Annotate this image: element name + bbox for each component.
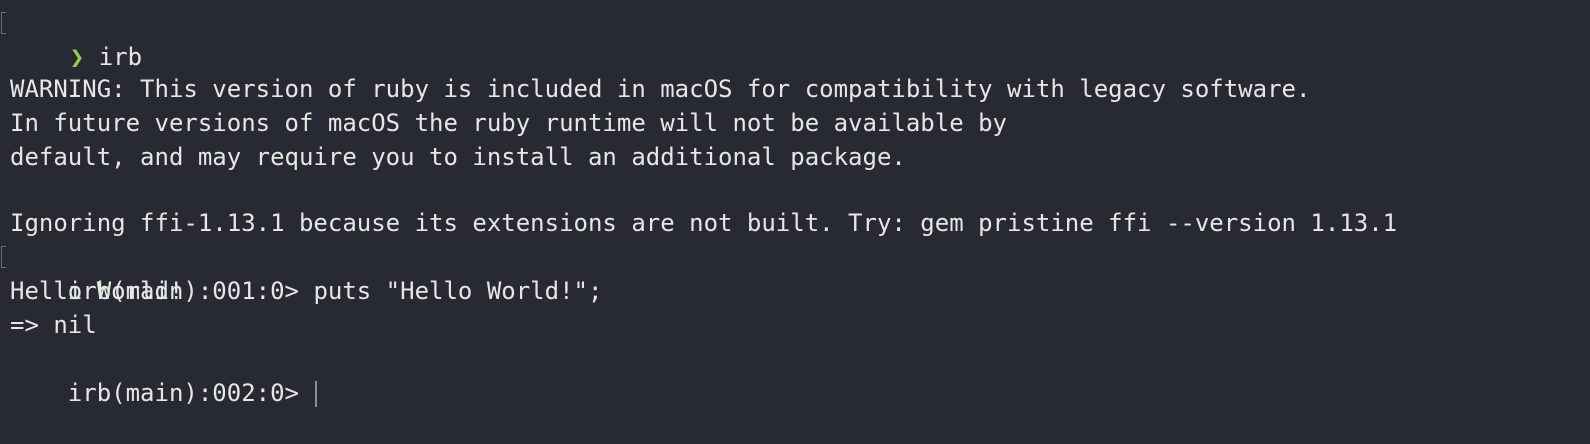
text-cursor[interactable] bbox=[315, 381, 318, 407]
shell-prompt-line: ❯ irb bbox=[0, 6, 1590, 71]
warning-line: In future versions of macOS the ruby run… bbox=[10, 109, 1007, 137]
ignoring-line: Ignoring ffi-1.13.1 because its extensio… bbox=[10, 209, 1398, 237]
warning-line: default, and may require you to install … bbox=[10, 143, 906, 171]
irb-input-line: irb(main):001:0> puts "Hello World!"; bbox=[0, 240, 1590, 305]
warning-line: WARNING: This version of ruby is include… bbox=[10, 75, 1311, 103]
result-output: Hello World! bbox=[10, 277, 184, 305]
irb-current-line[interactable]: irb(main):002:0> bbox=[0, 342, 1590, 407]
prompt-mark-icon bbox=[1, 12, 6, 34]
prompt-mark-icon bbox=[1, 246, 6, 268]
irb-prompt: irb(main):002:0> bbox=[67, 379, 314, 407]
return-value: => nil bbox=[10, 311, 97, 339]
terminal-window[interactable]: ❯ irb WARNING: This version of ruby is i… bbox=[0, 0, 1590, 414]
